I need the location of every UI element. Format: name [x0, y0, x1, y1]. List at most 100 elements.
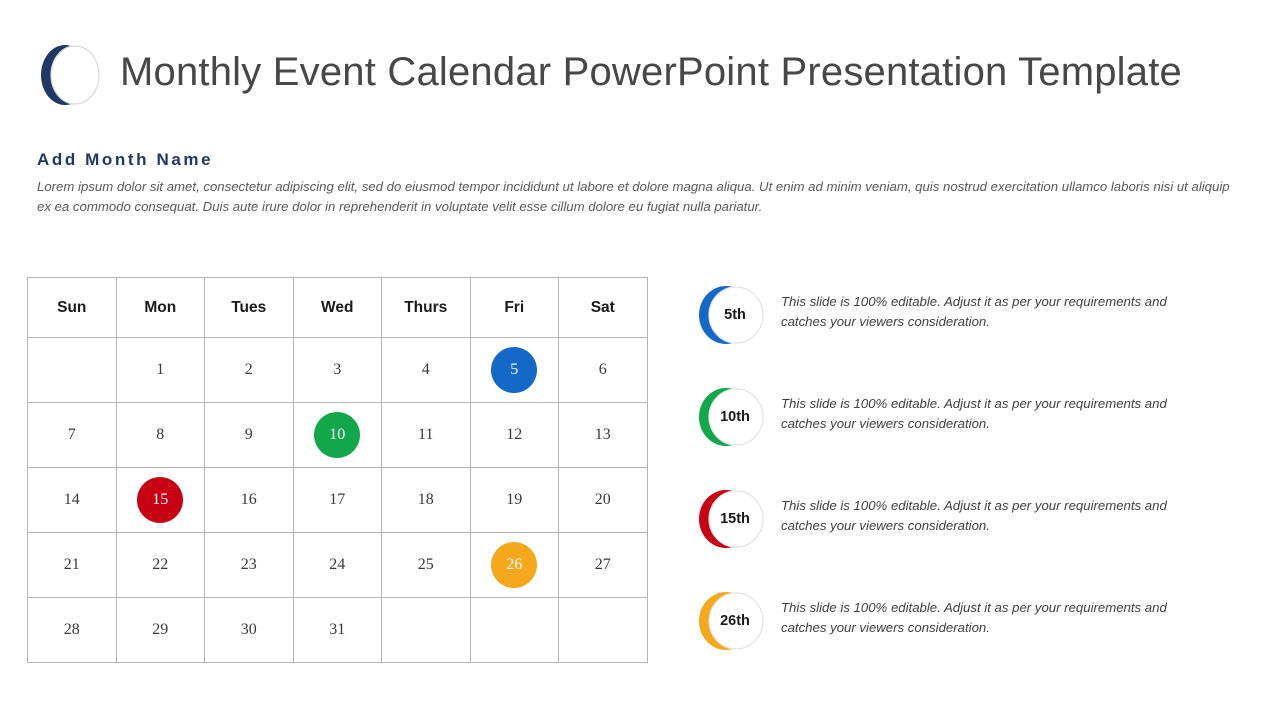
- calendar-empty-cell: [27, 337, 117, 403]
- calendar-day-cell[interactable]: 3: [292, 337, 382, 403]
- calendar-empty-cell: [469, 597, 559, 663]
- section-heading: Add Month Name: [37, 150, 214, 169]
- calendar-day-number: 11: [418, 426, 434, 443]
- calendar-day-number: 31: [329, 621, 346, 638]
- calendar-day-number: 12: [506, 426, 523, 443]
- calendar-day-cell[interactable]: 25: [381, 532, 471, 598]
- calendar-day-cell[interactable]: 29: [115, 597, 205, 663]
- calendar-day-number: 9: [244, 426, 253, 443]
- calendar-week-row: 14 15 16 17 18 19 20: [27, 467, 648, 533]
- calendar-day-number: 2: [244, 361, 253, 378]
- calendar-day-cell[interactable]: 20: [558, 467, 648, 533]
- calendar-day-number: 27: [594, 556, 611, 573]
- calendar-day-cell[interactable]: 23: [204, 532, 294, 598]
- crescent-moon-icon: 15th: [693, 488, 769, 550]
- calendar-day-number: 6: [598, 361, 607, 378]
- calendar-day-cell[interactable]: 14: [27, 467, 117, 533]
- legend-badge-label: 5th: [724, 307, 746, 323]
- calendar-day-cell[interactable]: 18: [381, 467, 471, 533]
- calendar-day-number: 14: [63, 491, 80, 508]
- calendar-day-cell[interactable]: 13: [558, 402, 648, 468]
- calendar-day-cell[interactable]: 16: [204, 467, 294, 533]
- page-header: Monthly Event Calendar PowerPoint Presen…: [0, 0, 1280, 118]
- calendar-day-cell[interactable]: 2: [204, 337, 294, 403]
- calendar-header-wed: Wed: [292, 277, 382, 338]
- calendar-day-cell[interactable]: 31: [292, 597, 382, 663]
- calendar-day-cell[interactable]: 5: [469, 337, 559, 403]
- calendar-day-cell[interactable]: 4: [381, 337, 471, 403]
- calendar-day-number: 1: [156, 361, 165, 378]
- calendar-day-number: 16: [240, 491, 257, 508]
- calendar-day-cell[interactable]: 22: [115, 532, 205, 598]
- calendar-day-marked: 10: [314, 412, 361, 458]
- calendar-day-cell[interactable]: 6: [558, 337, 648, 403]
- calendar-day-number: 7: [67, 426, 76, 443]
- calendar-day-number: 3: [333, 361, 342, 378]
- calendar-day-number: 20: [594, 491, 611, 508]
- calendar-header-thurs: Thurs: [381, 277, 471, 338]
- calendar-header-mon: Mon: [115, 277, 205, 338]
- calendar-day-marked: 26: [491, 542, 538, 588]
- legend-item: 10th This slide is 100% editable. Adjust …: [693, 386, 1253, 488]
- calendar-day-cell[interactable]: 19: [469, 467, 559, 533]
- calendar-table: Sun Mon Tues Wed Thurs Fri Sat 123456789…: [27, 277, 648, 663]
- calendar-header-tues: Tues: [204, 277, 294, 338]
- calendar-day-cell[interactable]: 1: [115, 337, 205, 403]
- calendar-day-cell[interactable]: 11: [381, 402, 471, 468]
- section-paragraph: Lorem ipsum dolor sit amet, consectetur …: [37, 179, 1230, 214]
- calendar-day-cell[interactable]: 15: [115, 467, 205, 533]
- crescent-moon-icon: [33, 43, 101, 107]
- calendar-day-cell[interactable]: 30: [204, 597, 294, 663]
- calendar-day-cell[interactable]: 10: [292, 402, 382, 468]
- calendar-day-cell[interactable]: 12: [469, 402, 559, 468]
- calendar-day-cell[interactable]: 27: [558, 532, 648, 598]
- legend-item: 26th This slide is 100% editable. Adjust …: [693, 590, 1253, 692]
- calendar-day-number: 21: [63, 556, 80, 573]
- calendar-day-cell[interactable]: 7: [27, 402, 117, 468]
- calendar-header-sun: Sun: [27, 277, 117, 338]
- crescent-moon-icon: 26th: [693, 590, 769, 652]
- legend-badge-label: 26th: [720, 613, 750, 629]
- calendar-day-number: 22: [152, 556, 169, 573]
- crescent-moon-icon: 5th: [693, 284, 769, 346]
- calendar-day-marked: 15: [137, 477, 184, 523]
- calendar-header-row: Sun Mon Tues Wed Thurs Fri Sat: [27, 277, 648, 338]
- calendar-day-number: 4: [421, 361, 430, 378]
- calendar-week-row: 1 2 3 4 5 6: [27, 337, 648, 403]
- calendar-day-number: 18: [417, 491, 434, 508]
- page-title: Monthly Event Calendar PowerPoint Presen…: [120, 50, 1182, 94]
- calendar-day-number: 23: [240, 556, 257, 573]
- calendar-day-number: 29: [152, 621, 169, 638]
- calendar-body: 1 2 3 4 5 6 7 8 9 10 11 12 13 14 15 16 17 18 19 20 21 22 23 24 2…: [27, 337, 648, 663]
- calendar-day-cell[interactable]: 24: [292, 532, 382, 598]
- calendar-day-number: 24: [329, 556, 346, 573]
- calendar-day-number: 17: [329, 491, 346, 508]
- legend-item-text: This slide is 100% editable. Adjust it a…: [781, 294, 1167, 329]
- calendar-day-cell[interactable]: 9: [204, 402, 294, 468]
- calendar-day-cell[interactable]: 21: [27, 532, 117, 598]
- calendar-day-cell[interactable]: 17: [292, 467, 382, 533]
- calendar-day-cell[interactable]: 8: [115, 402, 205, 468]
- calendar-day-number: 28: [63, 621, 80, 638]
- legend-item-text: This slide is 100% editable. Adjust it a…: [781, 498, 1167, 533]
- calendar-day-number: 19: [506, 491, 523, 508]
- calendar-day-cell[interactable]: 26: [469, 532, 559, 598]
- calendar-empty-cell: [558, 597, 648, 663]
- calendar-week-row: 28 29 30 31: [27, 597, 648, 663]
- legend-item: 5th This slide is 100% editable. Adjust i…: [693, 284, 1253, 386]
- event-legend: 5th This slide is 100% editable. Adjust i…: [693, 284, 1253, 692]
- calendar-header-fri: Fri: [469, 277, 559, 338]
- calendar-day-cell[interactable]: 28: [27, 597, 117, 663]
- calendar-day-number: 8: [156, 426, 165, 443]
- legend-badge-label: 10th: [720, 409, 750, 425]
- legend-badge-label: 15th: [720, 511, 750, 527]
- legend-item: 15th This slide is 100% editable. Adjust …: [693, 488, 1253, 590]
- legend-item-text: This slide is 100% editable. Adjust it a…: [781, 396, 1167, 431]
- calendar-day-marked: 5: [491, 347, 538, 393]
- calendar-empty-cell: [381, 597, 471, 663]
- legend-item-text: This slide is 100% editable. Adjust it a…: [781, 600, 1167, 635]
- calendar-day-number: 13: [594, 426, 611, 443]
- calendar-header-sat: Sat: [558, 277, 648, 338]
- calendar-day-number: 25: [417, 556, 434, 573]
- calendar-week-row: 21 22 23 24 25 26 27: [27, 532, 648, 598]
